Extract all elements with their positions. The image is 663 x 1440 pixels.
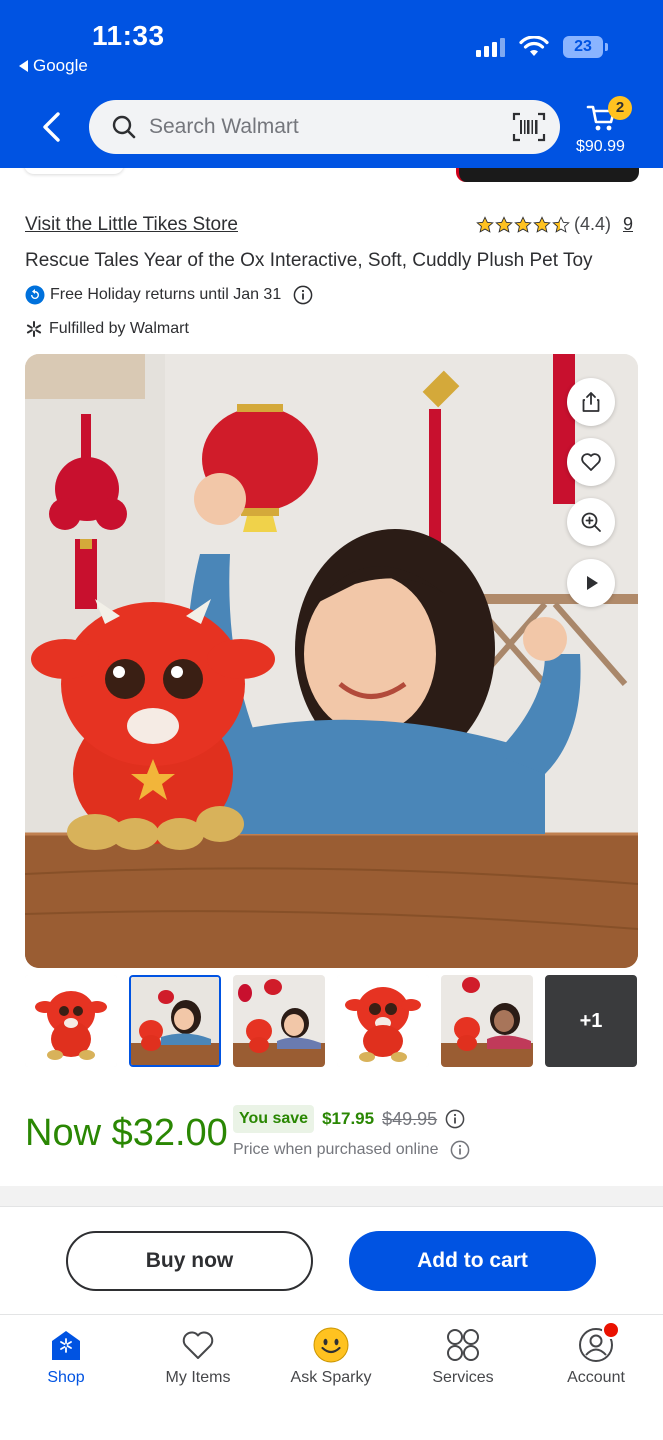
nav-label: Services xyxy=(432,1369,494,1386)
cart-count-badge: 2 xyxy=(608,96,632,120)
share-button[interactable] xyxy=(567,378,615,426)
zoom-button[interactable] xyxy=(567,498,615,546)
play-icon xyxy=(587,576,598,590)
purchase-action-bar: Buy now Add to cart xyxy=(0,1206,663,1314)
heart-icon xyxy=(581,453,601,471)
returns-text: Free Holiday returns until Jan 31 xyxy=(50,286,282,303)
zoom-icon xyxy=(581,512,601,532)
fulfillment-info: Fulfilled by Walmart xyxy=(25,320,189,338)
nav-label: My Items xyxy=(165,1369,231,1386)
buy-now-button[interactable]: Buy now xyxy=(66,1231,313,1291)
review-count-link[interactable]: 9 xyxy=(623,214,633,235)
nav-label: Shop xyxy=(47,1369,85,1386)
status-icons: 23 xyxy=(476,36,608,58)
search-bar[interactable] xyxy=(89,100,560,154)
spark-icon xyxy=(52,1331,80,1360)
savings-row: You save $17.95 $49.95 xyxy=(233,1105,465,1133)
was-price: $49.95 xyxy=(382,1108,438,1129)
returns-icon xyxy=(25,285,45,305)
thumbnail-image[interactable] xyxy=(441,975,533,1067)
peek-card-right xyxy=(456,168,639,182)
fulfilled-text: Fulfilled by Walmart xyxy=(49,320,189,337)
search-input[interactable] xyxy=(149,115,489,139)
product-main-image[interactable] xyxy=(25,354,638,968)
thumbnail-photo xyxy=(233,975,325,1067)
sparky-icon xyxy=(313,1327,349,1363)
back-app-label: Google xyxy=(33,56,88,75)
section-divider xyxy=(0,1186,663,1206)
nav-label: Ask Sparky xyxy=(290,1369,372,1386)
thumbnail-image[interactable] xyxy=(25,975,117,1067)
star-partial-icon xyxy=(552,215,570,233)
nav-item-ask-sparky[interactable]: Ask Sparky xyxy=(276,1327,386,1387)
peek-card-left xyxy=(24,168,124,174)
thumbnail-photo xyxy=(337,975,429,1067)
scrolled-content-peek xyxy=(0,168,663,182)
grid-icon xyxy=(447,1329,479,1361)
nav-item-services[interactable]: Services xyxy=(408,1327,518,1387)
notification-dot xyxy=(602,1321,620,1339)
savings-amount: $17.95 xyxy=(322,1109,375,1128)
star-full-icon xyxy=(476,215,494,233)
thumbnail-photo xyxy=(25,975,117,1067)
info-icon[interactable] xyxy=(293,285,313,305)
product-title: Rescue Tales Year of the Ox Interactive,… xyxy=(25,250,593,271)
price-note-text: Price when purchased online xyxy=(233,1141,439,1158)
bottom-navigation: Shop My Items Ask Sparky Services Accoun… xyxy=(0,1314,663,1440)
share-icon xyxy=(582,392,600,412)
thumbnail-strip: +1 xyxy=(25,975,638,1067)
returns-info: Free Holiday returns until Jan 31 xyxy=(25,285,313,305)
walmart-spark-icon xyxy=(26,321,42,337)
account-icon-wrapper xyxy=(578,1321,620,1363)
nav-label: Account xyxy=(567,1369,625,1386)
current-price: Now $32.00 xyxy=(25,1112,228,1154)
info-icon[interactable] xyxy=(450,1140,470,1160)
back-triangle-icon xyxy=(19,60,28,72)
price-note: Price when purchased online xyxy=(233,1140,470,1160)
star-full-icon xyxy=(495,215,513,233)
star-full-icon xyxy=(514,215,532,233)
more-thumbnails-label: +1 xyxy=(579,1009,603,1032)
heart-icon xyxy=(182,1331,214,1359)
nav-item-my-items[interactable]: My Items xyxy=(143,1327,253,1387)
favorite-button[interactable] xyxy=(567,438,615,486)
play-video-button[interactable] xyxy=(567,559,615,607)
product-photo xyxy=(25,354,638,968)
store-link[interactable]: Visit the Little Tikes Store xyxy=(25,214,238,236)
thumbnail-photo xyxy=(441,975,533,1067)
nav-item-shop[interactable]: Shop xyxy=(11,1327,121,1387)
barcode-scan-icon[interactable] xyxy=(512,112,546,142)
info-icon[interactable] xyxy=(445,1109,465,1129)
add-to-cart-button[interactable]: Add to cart xyxy=(349,1231,596,1291)
thumbnail-image-selected[interactable] xyxy=(129,975,221,1067)
you-save-badge: You save xyxy=(233,1105,315,1133)
more-thumbnails-button[interactable]: +1 xyxy=(545,975,637,1067)
nav-item-account[interactable]: Account xyxy=(541,1321,651,1387)
status-time: 11:33 xyxy=(92,20,165,51)
thumbnail-image[interactable] xyxy=(337,975,429,1067)
thumbnail-image[interactable] xyxy=(233,975,325,1067)
rating-summary[interactable]: (4.4) 9 xyxy=(476,214,633,235)
back-to-app-link[interactable]: Google xyxy=(19,56,88,76)
wifi-icon xyxy=(519,36,549,56)
back-arrow-icon[interactable] xyxy=(36,110,70,144)
cart-total: $90.99 xyxy=(576,138,625,155)
rating-stars xyxy=(476,215,570,234)
rating-value: (4.4) xyxy=(573,214,611,234)
top-header: 11:33 Google 23 Search Walmart 2 $90.99 xyxy=(0,0,663,168)
thumbnail-photo xyxy=(131,977,219,1065)
cart-button[interactable]: 2 $90.99 xyxy=(576,96,646,160)
search-icon xyxy=(112,115,136,139)
star-full-icon xyxy=(533,215,551,233)
battery-indicator: 23 xyxy=(563,36,608,58)
cellular-signal-icon xyxy=(476,37,505,57)
